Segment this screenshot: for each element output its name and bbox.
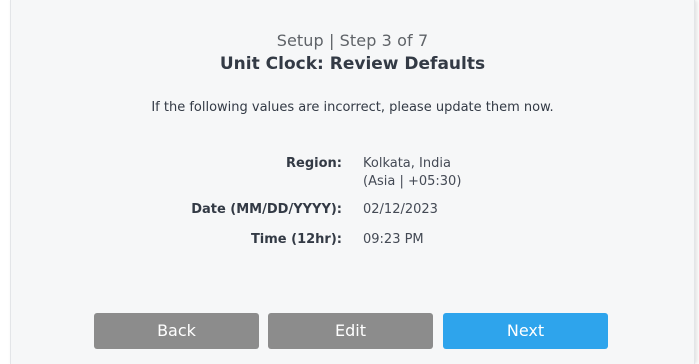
back-button[interactable]: Back (94, 313, 259, 349)
next-button[interactable]: Next (443, 313, 608, 349)
instruction-text: If the following values are incorrect, p… (151, 100, 554, 115)
time-label: Time (12hr): (250, 232, 342, 247)
region-timezone: (Asia | +05:30) (363, 174, 462, 189)
date-value: 02/12/2023 (363, 202, 438, 217)
header: Setup | Step 3 of 7 Unit Clock: Review D… (11, 30, 694, 75)
time-value: 09:23 PM (363, 232, 424, 247)
page-title: Unit Clock: Review Defaults (219, 54, 486, 74)
region-value: Kolkata, India (Asia | +05:30) (363, 155, 461, 191)
region-city: Kolkata, India (363, 156, 451, 171)
region-label: Region: (286, 156, 342, 171)
date-label: Date (MM/DD/YYYY): (191, 202, 342, 217)
step-indicator: Setup | Step 3 of 7 (276, 31, 429, 50)
button-bar: Back Edit Next (11, 313, 694, 349)
edit-button[interactable]: Edit (268, 313, 433, 349)
setup-panel: Setup | Step 3 of 7 Unit Clock: Review D… (10, 0, 695, 364)
